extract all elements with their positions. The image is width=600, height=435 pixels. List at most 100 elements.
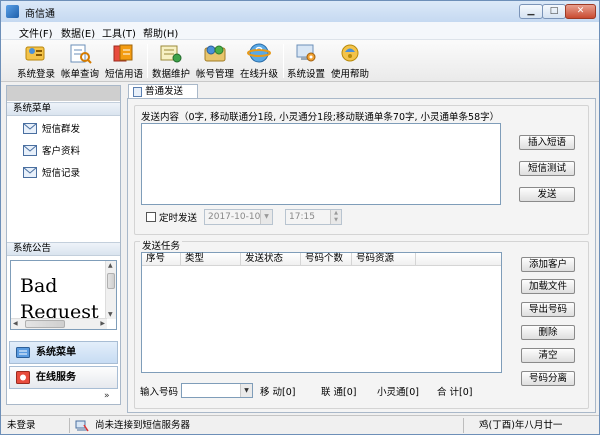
app-logo-icon <box>6 5 19 18</box>
toolbar-online-upgrade-button[interactable]: 在线升级 <box>238 41 280 81</box>
sms-record-icon <box>23 167 37 178</box>
clear-button[interactable]: 清空 <box>521 348 575 363</box>
sidebar-header-strip <box>7 86 120 101</box>
scroll-down-icon[interactable]: ▼ <box>108 311 113 318</box>
sidebar-item-customer-data[interactable]: 客户资料 <box>23 145 80 159</box>
add-customer-button[interactable]: 添加客户 <box>521 257 575 272</box>
bill-query-icon <box>70 44 92 64</box>
expand-arrow-icon[interactable]: » <box>104 391 110 401</box>
number-input-label: 输入号码 <box>140 387 179 398</box>
column-header-index[interactable]: 序号 <box>142 253 181 265</box>
notice-vertical-scrollbar[interactable]: ▲ ▼ <box>105 261 116 319</box>
toolbar-label: 数据维护 <box>151 69 190 80</box>
tab-document-icon <box>133 87 142 97</box>
export-numbers-button[interactable]: 导出号码 <box>521 302 575 317</box>
toolbar-data-maintenance-button[interactable]: 数据维护 <box>150 41 192 81</box>
chevron-down-icon[interactable]: ▼ <box>240 384 252 397</box>
toolbar-label: 帐单查询 <box>60 69 99 80</box>
lunar-date: 鸡(丁酉)年八月廿一 <box>479 420 563 431</box>
schedule-date-picker[interactable]: 2017-10-10 ▼ <box>204 209 273 225</box>
send-task-label: 发送任务 <box>140 238 183 252</box>
settings-icon <box>296 44 316 62</box>
send-button[interactable]: 发送 <box>519 187 575 202</box>
column-header-status[interactable]: 发送状态 <box>241 253 301 265</box>
toolbar-label: 在线升级 <box>239 69 278 80</box>
mobile-count: 移 动[0] <box>260 387 296 398</box>
status-separator <box>463 418 464 433</box>
spin-up-icon[interactable]: ▲ <box>330 210 341 217</box>
status-separator <box>69 418 70 433</box>
toolbar-settings-button[interactable]: 系统设置 <box>285 41 327 81</box>
chevron-down-icon[interactable]: ▼ <box>260 210 272 224</box>
menu-data[interactable]: 数据(E) <box>61 25 95 40</box>
scroll-up-icon[interactable]: ▲ <box>108 262 113 269</box>
app-window: 商信通 ▁ □ ✕ 文件(F) 数据(E) 工具(T) 帮助(H) 系统登录 帐… <box>0 0 600 435</box>
disconnected-icon <box>75 420 89 432</box>
column-header-type[interactable]: 类型 <box>181 253 241 265</box>
scroll-left-icon[interactable]: ◀ <box>13 320 18 327</box>
sidebar-item-label: 短信群发 <box>42 124 81 135</box>
total-count: 合 计[0] <box>437 387 473 398</box>
login-status: 未登录 <box>7 420 36 431</box>
menu-bar: 文件(F) 数据(E) 工具(T) 帮助(H) <box>1 22 599 40</box>
scroll-right-icon[interactable]: ▶ <box>100 320 105 327</box>
tab-normal-send[interactable]: 普通发送 <box>128 84 198 99</box>
toolbar-account-management-button[interactable]: 帐号管理 <box>194 41 236 81</box>
help-icon <box>341 44 359 62</box>
schedule-time-spinner[interactable]: 17:15 ▲ ▼ <box>285 209 342 225</box>
spin-down-icon[interactable]: ▼ <box>330 217 341 224</box>
minimize-button[interactable]: ▁ <box>519 4 543 19</box>
toolbar-label: 系统设置 <box>286 69 325 80</box>
toolbar-sms-phrases-button[interactable]: 短信用语 <box>103 41 145 81</box>
toolbar-login-button[interactable]: 系统登录 <box>15 41 57 81</box>
title-bar[interactable]: 商信通 ▁ □ ✕ <box>1 1 599 22</box>
menu-tools[interactable]: 工具(T) <box>102 25 136 40</box>
online-service-icon <box>16 371 30 384</box>
sidebar-item-label: 短信记录 <box>42 168 81 179</box>
sidebar-item-sms-record[interactable]: 短信记录 <box>23 167 80 181</box>
sidebar-item-sms-broadcast[interactable]: 短信群发 <box>23 123 80 137</box>
toolbar-label: 系统登录 <box>16 69 55 80</box>
notice-horizontal-scrollbar[interactable]: ◀ ▶ <box>11 318 107 329</box>
account-management-icon <box>204 45 226 62</box>
system-menu-header: 系统菜单 <box>7 102 120 116</box>
delete-button[interactable]: 删除 <box>521 325 575 340</box>
vertical-scroll-thumb[interactable] <box>107 273 115 289</box>
load-file-button[interactable]: 加载文件 <box>521 279 575 294</box>
scheduled-send-checkbox[interactable] <box>146 212 156 222</box>
column-header-resource[interactable]: 号码资源 <box>352 253 416 265</box>
toolbar-label: 短信用语 <box>104 69 143 80</box>
window-title: 商信通 <box>25 9 55 20</box>
toolbar-label: 帐号管理 <box>195 69 234 80</box>
menu-help[interactable]: 帮助(H) <box>143 25 178 40</box>
horizontal-scroll-thumb[interactable] <box>25 320 65 328</box>
system-notice-header: 系统公告 <box>7 242 120 256</box>
task-table[interactable]: 序号 类型 发送状态 号码个数 号码资源 <box>141 252 502 373</box>
number-input-combobox[interactable]: ▼ <box>181 383 253 398</box>
toolbar-bill-query-button[interactable]: 帐单查询 <box>59 41 101 81</box>
left-sidebar: 系统菜单 短信群发 客户资料 短信记录 系统公告 Bad Request ▲ ▼… <box>6 85 121 405</box>
toolbar: 系统登录 帐单查询 短信用语 数据维护 帐号管理 在线升级 系统设置 使用帮助 <box>1 40 599 82</box>
maximize-button[interactable]: □ <box>542 4 566 19</box>
toolbar-help-button[interactable]: 使用帮助 <box>329 41 371 81</box>
insert-phrase-button[interactable]: 插入短语 <box>519 135 575 150</box>
sms-phrases-icon <box>113 44 133 62</box>
system-menu-icon <box>16 347 30 358</box>
send-content-label: 发送内容（0字, 移动联通分1段, 小灵通分1段;移动联通单条70字, 小灵通单… <box>141 112 500 123</box>
sms-broadcast-icon <box>23 123 37 134</box>
unicom-count: 联 通[0] <box>321 387 357 398</box>
customer-data-icon <box>23 145 37 156</box>
system-notice-box[interactable]: Bad Request ▲ ▼ ◀ ▶ <box>10 260 117 330</box>
close-button[interactable]: ✕ <box>565 4 596 19</box>
nav-system-menu[interactable]: 系统菜单 <box>9 341 118 364</box>
sidebar-item-label: 客户资料 <box>42 146 81 157</box>
column-header-count[interactable]: 号码个数 <box>301 253 352 265</box>
menu-file[interactable]: 文件(F) <box>19 25 53 40</box>
separate-numbers-button[interactable]: 号码分离 <box>521 371 575 386</box>
scheduled-send-label: 定时发送 <box>159 213 198 224</box>
sms-test-button[interactable]: 短信测试 <box>519 161 575 176</box>
message-textarea[interactable] <box>141 123 501 205</box>
toolbar-label: 使用帮助 <box>330 69 369 80</box>
nav-online-service[interactable]: 在线服务 <box>9 366 118 389</box>
login-icon <box>25 46 45 61</box>
